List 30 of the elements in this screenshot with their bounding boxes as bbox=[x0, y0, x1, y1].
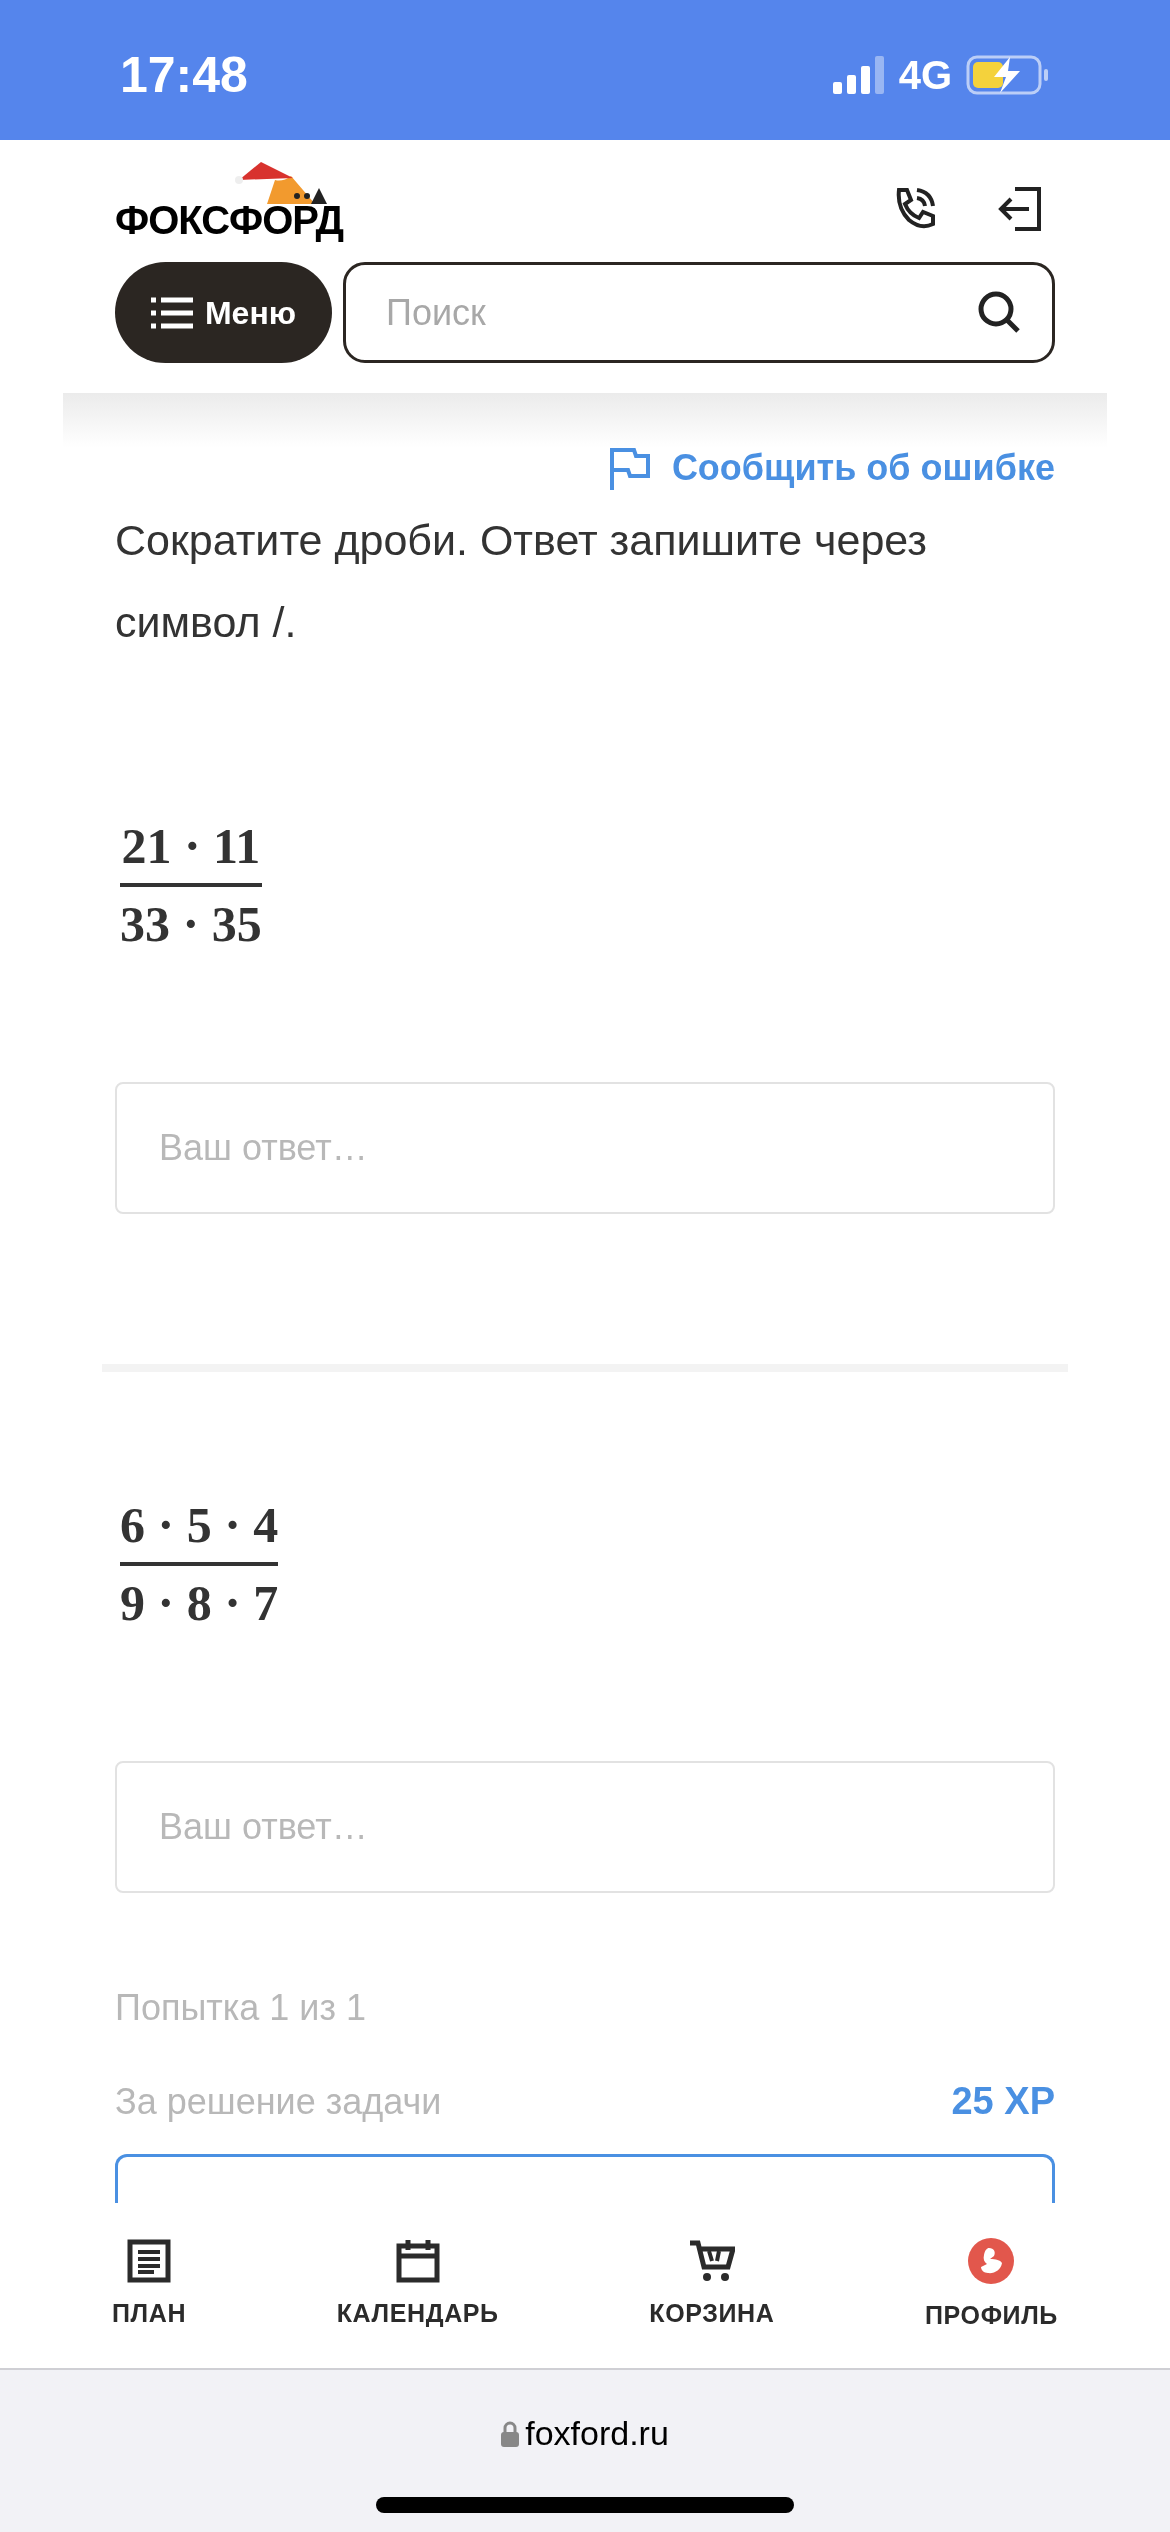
fraction-numerator: 21 · 11 bbox=[121, 817, 261, 876]
nav-tab[interactable]: ПЛАН bbox=[112, 2238, 187, 2333]
calendar-icon bbox=[395, 2238, 440, 2283]
attempt-counter: Попытка 1 из 1 bbox=[115, 1986, 367, 2030]
network-label: 4G bbox=[898, 52, 952, 99]
fraction-numerator: 6 · 5 · 4 bbox=[120, 1496, 279, 1555]
nav-tab[interactable]: КОРЗИНА bbox=[649, 2238, 775, 2333]
menu-button[interactable]: Меню bbox=[115, 262, 332, 363]
status-time: 17:48 bbox=[120, 45, 248, 105]
search-icon[interactable] bbox=[977, 290, 1021, 334]
cart-icon bbox=[688, 2238, 735, 2283]
avatar-icon bbox=[967, 2236, 1016, 2285]
fraction-denominator: 33 · 35 bbox=[120, 895, 262, 954]
answer-field[interactable]: Ваш ответ… bbox=[115, 1082, 1055, 1214]
answer-field[interactable]: Ваш ответ… bbox=[115, 1761, 1055, 1893]
nav-tab[interactable]: ПРОФИЛЬ bbox=[925, 2236, 1058, 2335]
menu-icon bbox=[150, 296, 193, 329]
fraction-denominator: 9 · 8 · 7 bbox=[120, 1574, 279, 1633]
logo[interactable]: ФОКСФОРД bbox=[115, 162, 343, 240]
nav-tab[interactable]: КАЛЕНДАРЬ bbox=[336, 2238, 499, 2333]
url-text[interactable]: foxford.ru bbox=[525, 2408, 669, 2459]
question-text: Сократите дроби. Ответ запишите через символ /. bbox=[115, 515, 928, 648]
signal-icon bbox=[832, 56, 885, 94]
document-icon bbox=[127, 2238, 172, 2283]
reward-label: За решение задачи bbox=[115, 2079, 442, 2124]
flag-icon bbox=[607, 446, 652, 490]
reward-xp: 25 XP bbox=[951, 2079, 1055, 2124]
lock-icon bbox=[501, 2420, 520, 2447]
search-field[interactable]: Поиск bbox=[343, 262, 1055, 363]
battery-charging-icon bbox=[966, 55, 1050, 95]
